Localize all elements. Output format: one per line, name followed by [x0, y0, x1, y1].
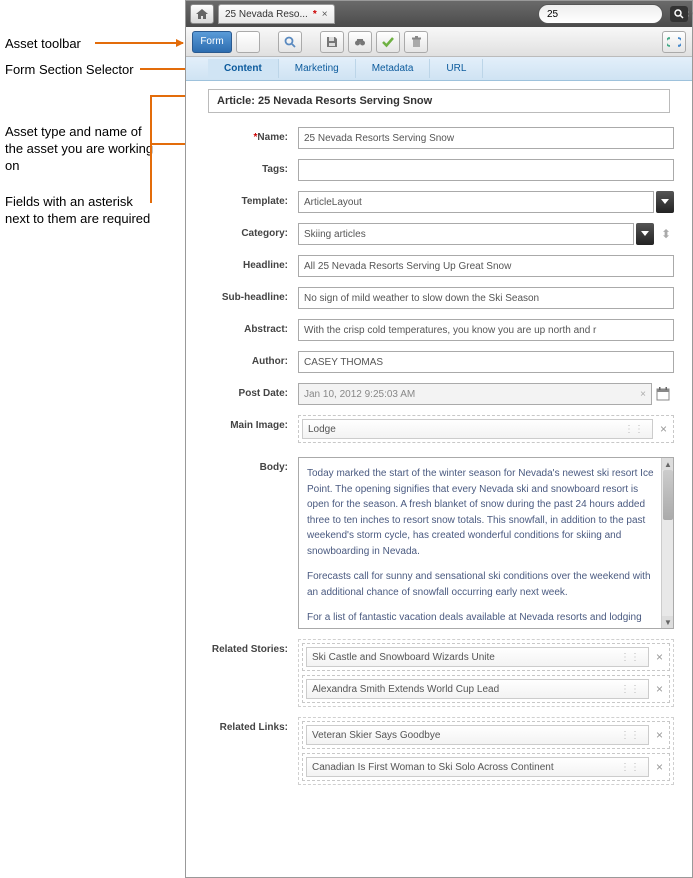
tab-content[interactable]: Content	[208, 59, 279, 78]
category-label: Category:	[196, 223, 298, 239]
category-action-icon[interactable]: ⬍	[658, 227, 674, 241]
binoculars-icon	[354, 36, 366, 48]
tags-label: Tags:	[196, 159, 298, 175]
subheadline-field[interactable]	[298, 287, 674, 309]
body-field[interactable]: Today marked the start of the winter sea…	[298, 457, 674, 629]
body-label: Body:	[196, 457, 298, 473]
template-select[interactable]: ArticleLayout	[298, 191, 654, 213]
inspect-button[interactable]	[278, 31, 302, 53]
magnifier-icon	[674, 9, 684, 19]
refresh-button[interactable]	[662, 31, 686, 53]
chip-remove-icon[interactable]: ×	[653, 682, 666, 696]
form-area: *Name: Tags: Template: ArticleLayout Cat…	[186, 117, 692, 877]
template-dropdown-button[interactable]	[656, 191, 674, 213]
chip-remove-icon[interactable]: ×	[653, 760, 666, 774]
tags-field[interactable]	[298, 159, 674, 181]
asset-toolbar: Form	[186, 27, 692, 57]
app-window: 25 Nevada Reso... * × × ▼ Form	[185, 0, 693, 878]
search-submit-button[interactable]	[670, 6, 688, 22]
tab-marketing[interactable]: Marketing	[279, 59, 356, 78]
dirty-indicator: *	[313, 9, 317, 20]
headline-field[interactable]	[298, 255, 674, 277]
author-label: Author:	[196, 351, 298, 367]
document-tab[interactable]: 25 Nevada Reso... * ×	[218, 4, 335, 24]
drag-handle-icon[interactable]: ⋮⋮	[620, 730, 643, 741]
category-dropdown-button[interactable]	[636, 223, 654, 245]
related-story-chip[interactable]: Ski Castle and Snowboard Wizards Unite⋮⋮…	[302, 643, 670, 671]
home-button[interactable]	[190, 4, 214, 24]
body-content[interactable]: Today marked the start of the winter sea…	[299, 458, 673, 628]
chip-remove-icon[interactable]: ×	[653, 728, 666, 742]
relstories-label: Related Stories:	[196, 639, 298, 655]
asset-title-bar: Article: 25 Nevada Resorts Serving Snow	[208, 89, 670, 113]
chip-remove-icon[interactable]: ×	[653, 650, 666, 664]
chip-remove-icon[interactable]: ×	[657, 422, 670, 436]
drag-handle-icon[interactable]: ⋮⋮	[624, 424, 647, 435]
postdate-clear-icon[interactable]: ×	[640, 389, 646, 400]
floppy-icon	[326, 36, 338, 48]
related-story-chip[interactable]: Alexandra Smith Extends World Cup Lead⋮⋮…	[302, 675, 670, 703]
checkmark-icon	[382, 36, 394, 48]
view-mode-button[interactable]	[236, 31, 260, 53]
trash-icon	[411, 36, 422, 48]
annotation-required-fields: Fields with an asterisk next to them are…	[5, 194, 155, 228]
mainimage-chip[interactable]: Lodge⋮⋮ ×	[298, 415, 674, 443]
name-field[interactable]	[298, 127, 674, 149]
rellinks-label: Related Links:	[196, 717, 298, 733]
name-label: *Name:	[196, 127, 298, 143]
abstract-field[interactable]	[298, 319, 674, 341]
delete-button[interactable]	[404, 31, 428, 53]
form-mode-button[interactable]: Form	[192, 31, 232, 53]
subheadline-label: Sub-headline:	[196, 287, 298, 303]
annotation-asset-toolbar: Asset toolbar	[5, 36, 81, 53]
search-box[interactable]: × ▼	[538, 4, 663, 24]
postdate-label: Post Date:	[196, 383, 298, 399]
scroll-thumb[interactable]	[663, 470, 673, 520]
body-scrollbar[interactable]: ▲ ▼	[661, 458, 673, 628]
annotation-asset-type-name: Asset type and name of the asset you are…	[5, 124, 155, 175]
category-select[interactable]: Skiing articles	[298, 223, 634, 245]
related-link-chip[interactable]: Veteran Skier Says Goodbye⋮⋮ ×	[302, 721, 670, 749]
home-icon	[196, 9, 208, 19]
title-bar: 25 Nevada Reso... * × × ▼	[186, 1, 692, 27]
tab-url[interactable]: URL	[430, 59, 483, 78]
author-field[interactable]	[298, 351, 674, 373]
drag-handle-icon[interactable]: ⋮⋮	[620, 762, 643, 773]
chevron-down-icon	[641, 231, 649, 237]
refresh-icon	[667, 36, 681, 48]
drag-handle-icon[interactable]: ⋮⋮	[620, 652, 643, 663]
scroll-up-icon[interactable]: ▲	[662, 458, 674, 470]
drag-handle-icon[interactable]: ⋮⋮	[620, 684, 643, 695]
save-button[interactable]	[320, 31, 344, 53]
annotation-section-selector: Form Section Selector	[5, 62, 134, 79]
abstract-label: Abstract:	[196, 319, 298, 335]
tab-metadata[interactable]: Metadata	[356, 59, 431, 78]
search-input[interactable]	[543, 9, 683, 20]
scroll-down-icon[interactable]: ▼	[662, 616, 674, 628]
chevron-down-icon	[661, 199, 669, 205]
form-section-tabs: Content Marketing Metadata URL	[186, 57, 692, 81]
template-label: Template:	[196, 191, 298, 207]
headline-label: Headline:	[196, 255, 298, 271]
preview-button[interactable]	[348, 31, 372, 53]
magnifier-icon	[284, 36, 296, 48]
mainimage-label: Main Image:	[196, 415, 298, 431]
tab-label: 25 Nevada Reso...	[225, 9, 308, 20]
related-link-chip[interactable]: Canadian Is First Woman to Ski Solo Acro…	[302, 753, 670, 781]
postdate-field[interactable]: Jan 10, 2012 9:25:03 AM ×	[298, 383, 652, 405]
approve-button[interactable]	[376, 31, 400, 53]
tab-close-icon[interactable]: ×	[322, 9, 328, 20]
calendar-icon[interactable]	[656, 387, 674, 401]
